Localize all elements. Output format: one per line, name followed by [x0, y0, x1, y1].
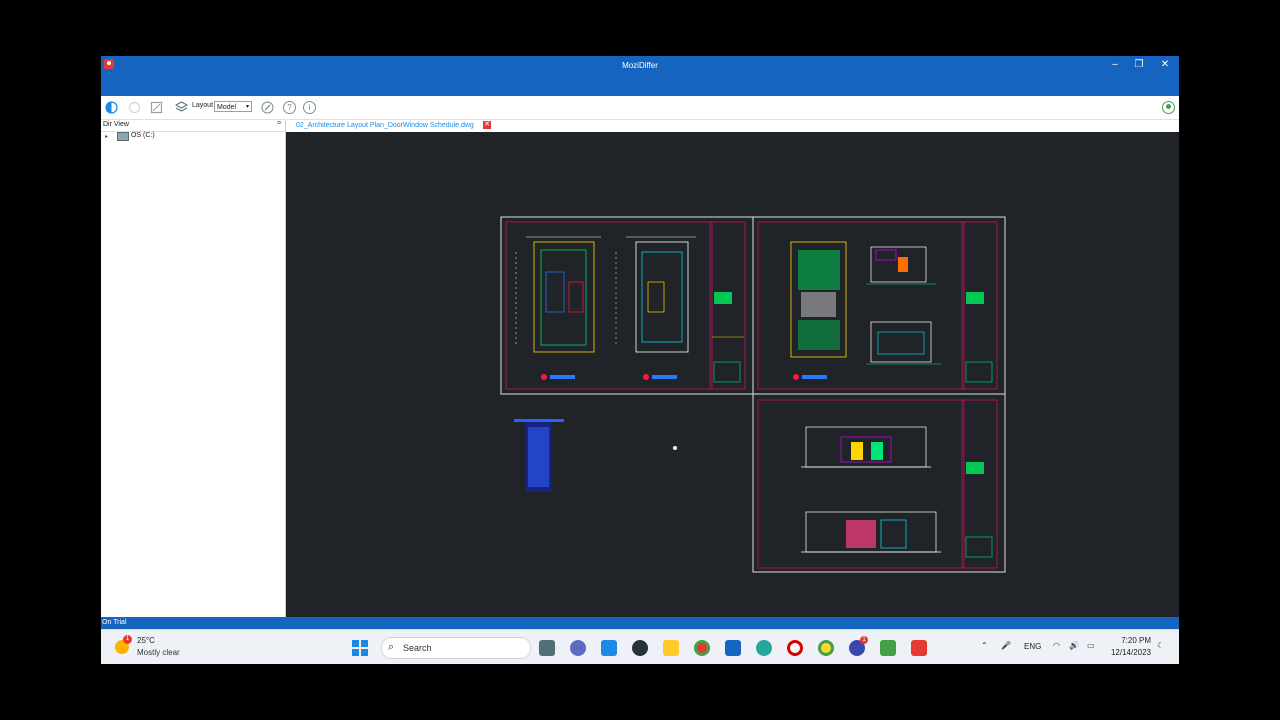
- close-button[interactable]: ✕: [1154, 58, 1176, 72]
- search-icon: ⌕: [388, 641, 395, 653]
- tree-item-label: OS (C:): [131, 132, 155, 139]
- title-bar: MoziDiffer – ❐ ✕: [101, 56, 1179, 96]
- tab-document[interactable]: 02_Architecture Layout Plan_DoorWindow S…: [296, 122, 474, 129]
- notification-badge: 1: [860, 636, 868, 644]
- help-icon[interactable]: ?: [283, 101, 296, 114]
- cube-app-icon[interactable]: [632, 640, 648, 656]
- microphone-icon[interactable]: 🎤: [1001, 641, 1011, 650]
- layout-label: Layout: [192, 102, 214, 109]
- dir-view-panel: Dir View ¤ ▸ OS (C:): [101, 120, 286, 617]
- chrome-profile-icon[interactable]: [818, 640, 834, 656]
- cursor: [673, 446, 677, 450]
- start-button[interactable]: [352, 640, 368, 656]
- store-icon[interactable]: [725, 640, 741, 656]
- drive-icon: [117, 132, 129, 141]
- user-account-icon[interactable]: [1162, 101, 1175, 114]
- tab-close-icon[interactable]: ✕: [483, 121, 491, 129]
- show-hidden-icons-icon[interactable]: ⌃: [981, 641, 988, 650]
- status-bar: On Trial: [101, 617, 1179, 629]
- task-view-icon[interactable]: [539, 640, 555, 656]
- messaging-app-icon[interactable]: 1: [849, 636, 868, 656]
- info-icon[interactable]: i: [303, 101, 316, 114]
- chrome-icon[interactable]: [694, 640, 710, 656]
- drawing-canvas[interactable]: [286, 132, 1179, 617]
- document-tab-strip: 02_Architecture Layout Plan_DoorWindow S…: [286, 120, 1179, 132]
- wifi-icon[interactable]: ◠: [1053, 641, 1060, 650]
- weather-temperature[interactable]: 25°C: [137, 636, 155, 645]
- layout-dropdown[interactable]: Model ▾: [214, 101, 252, 112]
- window-title: MoziDiffer: [622, 61, 658, 70]
- door-window-schedule-block: [514, 419, 564, 492]
- restore-button[interactable]: ❐: [1128, 58, 1150, 72]
- battery-icon[interactable]: ▭: [1087, 641, 1095, 650]
- expand-arrow-icon[interactable]: ▸: [105, 133, 108, 140]
- layers-icon[interactable]: [174, 101, 189, 114]
- clock-date[interactable]: 12/14/2023: [1101, 648, 1151, 657]
- chat-icon[interactable]: [570, 640, 586, 656]
- layout-sheet-2: [752, 216, 1006, 395]
- notification-bell-icon[interactable]: ☾: [1157, 641, 1164, 650]
- dir-view-title: Dir View: [103, 121, 129, 128]
- minimize-button[interactable]: –: [1104, 58, 1126, 72]
- cad-app-icon[interactable]: [880, 640, 896, 656]
- app-window: MoziDiffer – ❐ ✕ Layout Model ▾ ? i Dir: [101, 56, 1179, 664]
- volume-icon[interactable]: 🔊: [1069, 641, 1079, 650]
- mozidiffer-taskbar-icon[interactable]: [911, 640, 927, 656]
- pin-icon[interactable]: ¤: [277, 120, 281, 127]
- windows-taskbar: 1 25°C Mostly clear ⌕ Search 1 ⌃ 🎤 ENG ◠…: [101, 629, 1179, 664]
- trial-status-text: On Trial: [102, 619, 127, 626]
- compare-icon[interactable]: [105, 101, 118, 114]
- weather-badge: 1: [123, 635, 132, 644]
- cad-drawing: [500, 216, 1006, 573]
- notes-app-icon[interactable]: [601, 640, 617, 656]
- opera-icon[interactable]: [787, 640, 803, 656]
- edge-icon[interactable]: [756, 640, 772, 656]
- dir-view-header: Dir View ¤: [101, 120, 285, 132]
- layout-sheet-3: [752, 393, 1006, 573]
- weather-description[interactable]: Mostly clear: [137, 648, 180, 657]
- edit-icon[interactable]: [261, 101, 274, 114]
- fit-view-icon[interactable]: [150, 101, 163, 114]
- chevron-down-icon: ▾: [245, 104, 249, 110]
- clock-time[interactable]: 7:20 PM: [1111, 636, 1151, 645]
- language-indicator[interactable]: ENG: [1024, 642, 1041, 651]
- layout-dropdown-value: Model: [217, 104, 237, 111]
- file-explorer-icon[interactable]: [663, 640, 679, 656]
- taskbar-search[interactable]: ⌕ Search: [381, 637, 531, 659]
- sync-icon[interactable]: [128, 101, 141, 114]
- search-label: Search: [403, 643, 432, 653]
- toolbar: Layout Model ▾ ? i: [101, 96, 1179, 120]
- layout-sheet-1: [500, 216, 754, 395]
